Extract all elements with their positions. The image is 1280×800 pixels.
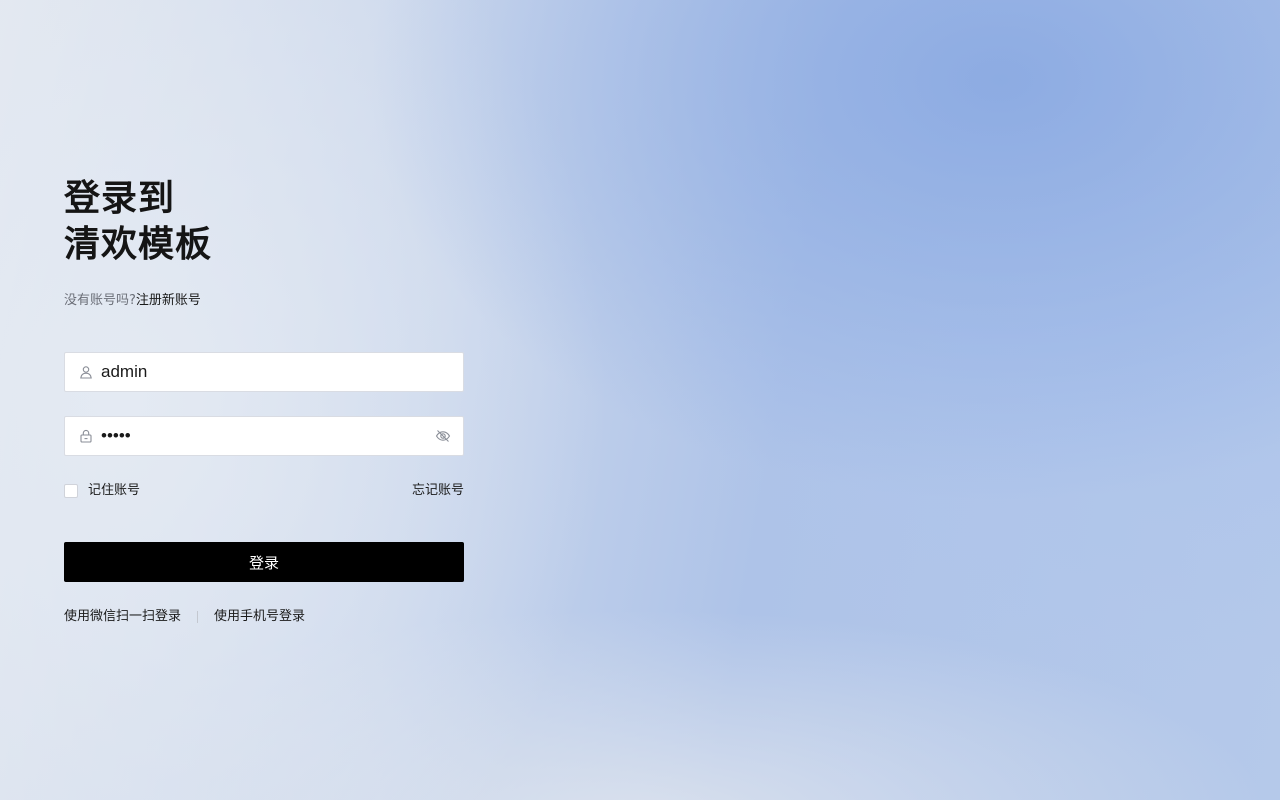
register-link[interactable]: 注册新账号 <box>136 293 201 308</box>
options-row: 记住账号 忘记账号 <box>64 482 464 500</box>
password-input[interactable] <box>101 417 435 455</box>
page-title-line2: 清欢模板 <box>64 224 213 265</box>
lock-icon <box>79 429 93 443</box>
phone-login-link[interactable]: 使用手机号登录 <box>214 608 305 626</box>
eye-off-icon[interactable] <box>435 428 451 444</box>
remember-checkbox[interactable] <box>64 484 78 498</box>
forgot-account-link[interactable]: 忘记账号 <box>412 482 464 500</box>
remember-label: 记住账号 <box>88 483 141 498</box>
register-row: 没有账号吗?注册新账号 <box>64 292 464 310</box>
user-icon <box>79 365 93 379</box>
alternative-login-row: 使用微信扫一扫登录 使用手机号登录 <box>64 608 464 626</box>
page-title-line1: 登录到 <box>64 178 176 219</box>
page-title: 登录到 清欢模板 <box>64 176 464 268</box>
login-panel: 登录到 清欢模板 没有账号吗?注册新账号 admin 记住账号 忘记账号 登录 … <box>64 176 464 626</box>
username-field[interactable] <box>64 352 464 392</box>
wechat-login-link[interactable]: 使用微信扫一扫登录 <box>64 608 181 626</box>
login-button[interactable]: 登录 <box>64 542 464 582</box>
register-prompt: 没有账号吗? <box>64 293 136 308</box>
remember-account[interactable]: 记住账号 <box>64 482 140 500</box>
username-input[interactable] <box>101 353 463 391</box>
alt-login-divider <box>197 611 199 623</box>
password-field[interactable] <box>64 416 464 456</box>
